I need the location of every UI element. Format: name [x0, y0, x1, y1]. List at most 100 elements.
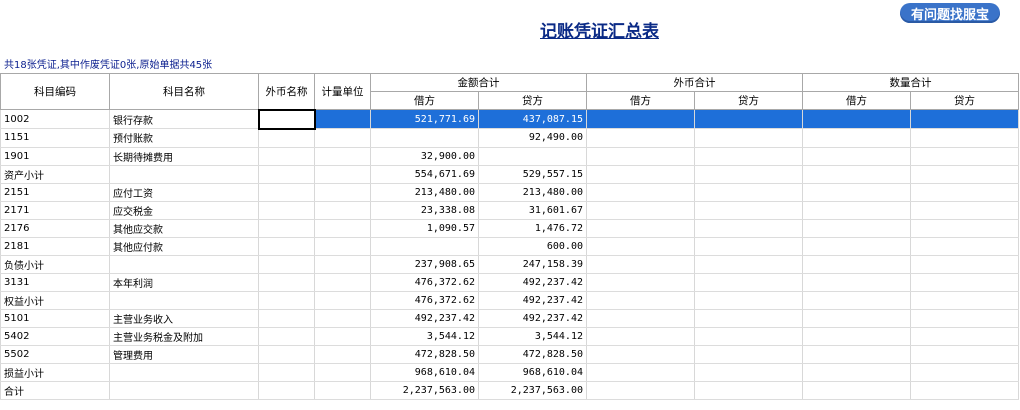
- row-fc-debit-cell[interactable]: [586, 237, 695, 256]
- row-code-cell[interactable]: 2181: [0, 237, 110, 256]
- row-fc-credit-cell[interactable]: [694, 165, 803, 184]
- row-fc-credit-cell[interactable]: [694, 255, 803, 274]
- row-fc-debit-cell[interactable]: [586, 255, 695, 274]
- table-row[interactable]: 1151 预付账款 92,490.00: [0, 128, 1019, 148]
- row-name-cell[interactable]: 长期待摊费用: [109, 147, 259, 166]
- row-name-cell[interactable]: 主营业务税金及附加: [109, 327, 259, 346]
- row-fc-debit-cell[interactable]: [586, 109, 695, 129]
- row-qty-credit-cell[interactable]: [910, 128, 1019, 148]
- row-fc-name-cell[interactable]: [258, 219, 315, 238]
- row-qty-credit-cell[interactable]: [910, 237, 1019, 256]
- row-name-cell[interactable]: [109, 165, 259, 184]
- row-fc-debit-cell[interactable]: [586, 183, 695, 202]
- row-amount-credit-cell[interactable]: 247,158.39: [478, 255, 587, 274]
- row-qty-credit-cell[interactable]: [910, 109, 1019, 129]
- row-amount-debit-cell[interactable]: 23,338.08: [370, 201, 479, 220]
- table-row[interactable]: 5101 主营业务收入 492,237.42 492,237.42: [0, 309, 1019, 328]
- row-qty-credit-cell[interactable]: [910, 201, 1019, 220]
- row-name-cell[interactable]: [109, 255, 259, 274]
- header-fc-name[interactable]: 外币名称: [258, 73, 315, 110]
- row-unit-cell[interactable]: [314, 109, 371, 129]
- row-amount-credit-cell[interactable]: 31,601.67: [478, 201, 587, 220]
- row-name-cell[interactable]: [109, 363, 259, 382]
- row-name-cell[interactable]: 其他应交款: [109, 219, 259, 238]
- row-name-cell[interactable]: 主营业务收入: [109, 309, 259, 328]
- row-qty-debit-cell[interactable]: [802, 237, 911, 256]
- row-code-cell[interactable]: 1151: [0, 128, 110, 148]
- row-unit-cell[interactable]: [314, 381, 371, 400]
- row-name-cell[interactable]: 应交税金: [109, 201, 259, 220]
- row-fc-name-cell[interactable]: [257, 108, 316, 130]
- row-amount-debit-cell[interactable]: [370, 128, 479, 148]
- row-amount-debit-cell[interactable]: 213,480.00: [370, 183, 479, 202]
- row-amount-credit-cell[interactable]: 529,557.15: [478, 165, 587, 184]
- row-unit-cell[interactable]: [314, 128, 371, 148]
- row-code-cell[interactable]: 损益小计: [0, 363, 110, 382]
- row-amount-debit-cell[interactable]: 492,237.42: [370, 309, 479, 328]
- row-amount-credit-cell[interactable]: 492,237.42: [478, 309, 587, 328]
- header-code[interactable]: 科目编码: [0, 73, 110, 110]
- row-code-cell[interactable]: 合计: [0, 381, 110, 400]
- row-amount-debit-cell[interactable]: 554,671.69: [370, 165, 479, 184]
- row-qty-debit-cell[interactable]: [802, 381, 911, 400]
- row-amount-credit-cell[interactable]: [478, 147, 587, 166]
- row-fc-debit-cell[interactable]: [586, 345, 695, 364]
- row-code-cell[interactable]: 2151: [0, 183, 110, 202]
- row-code-cell[interactable]: 1901: [0, 147, 110, 166]
- row-amount-credit-cell[interactable]: 2,237,563.00: [478, 381, 587, 400]
- row-qty-debit-cell[interactable]: [802, 109, 911, 129]
- row-fc-name-cell[interactable]: [258, 183, 315, 202]
- header-fc-credit[interactable]: 贷方: [694, 91, 803, 110]
- row-fc-credit-cell[interactable]: [694, 219, 803, 238]
- row-amount-debit-cell[interactable]: 968,610.04: [370, 363, 479, 382]
- row-unit-cell[interactable]: [314, 147, 371, 166]
- row-fc-debit-cell[interactable]: [586, 363, 695, 382]
- row-qty-debit-cell[interactable]: [802, 165, 911, 184]
- table-row[interactable]: 负债小计 237,908.65 247,158.39: [0, 255, 1019, 274]
- row-amount-credit-cell[interactable]: 492,237.42: [478, 273, 587, 292]
- row-amount-debit-cell[interactable]: 32,900.00: [370, 147, 479, 166]
- row-code-cell[interactable]: 2171: [0, 201, 110, 220]
- row-fc-credit-cell[interactable]: [694, 381, 803, 400]
- row-qty-debit-cell[interactable]: [802, 255, 911, 274]
- row-unit-cell[interactable]: [314, 183, 371, 202]
- row-qty-credit-cell[interactable]: [910, 147, 1019, 166]
- table-row[interactable]: 权益小计 476,372.62 492,237.42: [0, 291, 1019, 310]
- row-qty-credit-cell[interactable]: [910, 363, 1019, 382]
- row-fc-name-cell[interactable]: [258, 381, 315, 400]
- row-qty-credit-cell[interactable]: [910, 327, 1019, 346]
- row-fc-name-cell[interactable]: [258, 273, 315, 292]
- row-code-cell[interactable]: 权益小计: [0, 291, 110, 310]
- row-qty-debit-cell[interactable]: [802, 327, 911, 346]
- row-amount-debit-cell[interactable]: 1,090.57: [370, 219, 479, 238]
- row-fc-name-cell[interactable]: [258, 165, 315, 184]
- table-row[interactable]: 损益小计 968,610.04 968,610.04: [0, 363, 1019, 382]
- row-qty-credit-cell[interactable]: [910, 309, 1019, 328]
- row-unit-cell[interactable]: [314, 345, 371, 364]
- row-qty-credit-cell[interactable]: [910, 381, 1019, 400]
- table-row[interactable]: 1901 长期待摊费用 32,900.00: [0, 147, 1019, 166]
- row-code-cell[interactable]: 5101: [0, 309, 110, 328]
- row-fc-debit-cell[interactable]: [586, 147, 695, 166]
- row-amount-debit-cell[interactable]: 2,237,563.00: [370, 381, 479, 400]
- header-amount-debit[interactable]: 借方: [370, 91, 479, 110]
- row-fc-name-cell[interactable]: [258, 128, 315, 148]
- table-row[interactable]: 3131 本年利润 476,372.62 492,237.42: [0, 273, 1019, 292]
- row-fc-name-cell[interactable]: [258, 147, 315, 166]
- header-amount-credit[interactable]: 贷方: [478, 91, 587, 110]
- row-fc-name-cell[interactable]: [258, 363, 315, 382]
- row-fc-credit-cell[interactable]: [694, 201, 803, 220]
- row-qty-debit-cell[interactable]: [802, 183, 911, 202]
- row-fc-name-cell[interactable]: [258, 345, 315, 364]
- row-amount-credit-cell[interactable]: 472,828.50: [478, 345, 587, 364]
- header-qty-credit[interactable]: 贷方: [910, 91, 1019, 110]
- row-fc-credit-cell[interactable]: [694, 327, 803, 346]
- row-unit-cell[interactable]: [314, 201, 371, 220]
- row-amount-credit-cell[interactable]: 492,237.42: [478, 291, 587, 310]
- row-unit-cell[interactable]: [314, 237, 371, 256]
- row-amount-debit-cell[interactable]: [370, 237, 479, 256]
- header-unit[interactable]: 计量单位: [314, 73, 371, 110]
- row-fc-debit-cell[interactable]: [586, 128, 695, 148]
- row-fc-debit-cell[interactable]: [586, 219, 695, 238]
- help-service-button[interactable]: 有问题找服宝: [900, 3, 1000, 23]
